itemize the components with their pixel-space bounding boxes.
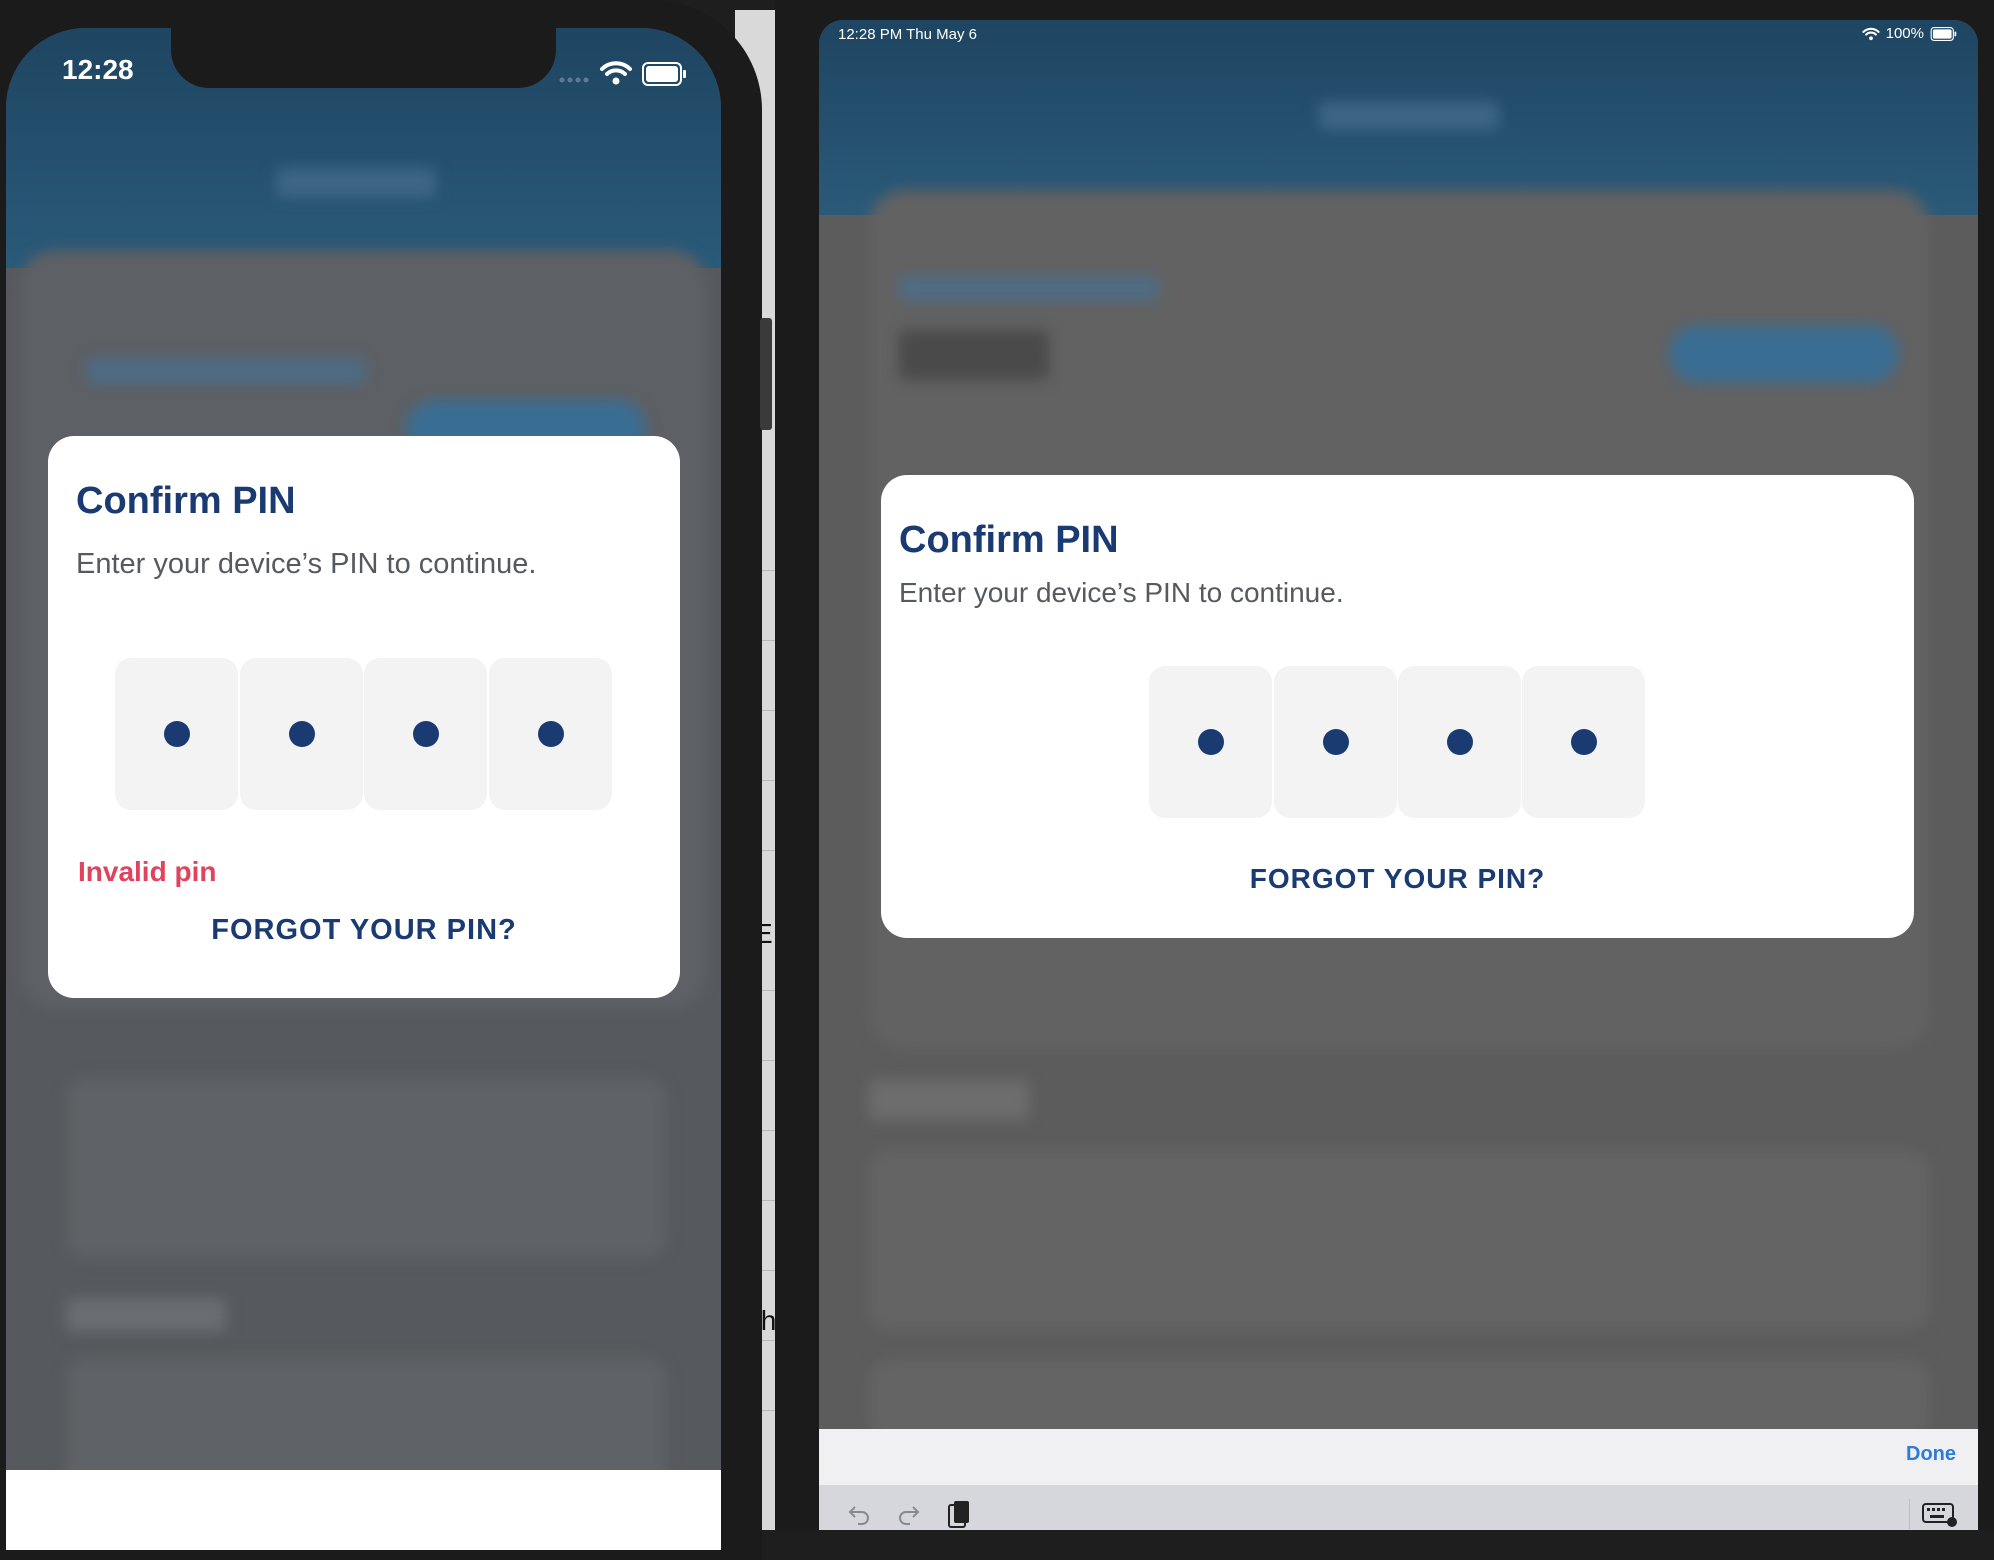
status-time: 12:28 [62,54,134,85]
blurred-button [1669,325,1899,383]
pin-digit-box[interactable] [489,658,612,810]
blurred-heading [66,1298,226,1332]
done-button[interactable]: Done [1906,1443,1956,1466]
pin-digit-box[interactable] [1522,666,1645,818]
app-header-blurred [819,20,1978,215]
blurred-heading [899,330,1049,380]
pin-dot [1446,729,1473,755]
keyboard-accessory-toolbar: Done [819,1429,1978,1485]
blurred-label [86,358,366,384]
iphone-notch [171,28,556,88]
iphone-side-button [760,318,772,430]
pin-digit-box[interactable] [1149,666,1272,818]
battery-percent: 100% [1885,25,1924,42]
modal-subtitle: Enter your device’s PIN to continue. [899,577,1344,608]
keyboard-area [6,1470,721,1550]
blurred-card [869,1360,1929,1440]
battery-icon [1930,26,1957,41]
pin-dot [537,721,564,747]
divider [1909,1499,1910,1529]
redo-icon[interactable] [897,1503,921,1525]
forgot-pin-link[interactable]: FORGOT YOUR PIN? [48,914,680,947]
pin-digit-box[interactable] [364,658,487,810]
error-message: Invalid pin [78,856,217,887]
status-right: 100% [1862,25,1958,42]
blurred-label [899,275,1159,301]
pin-digit-box[interactable] [240,658,363,810]
modal-title: Confirm PIN [76,480,296,522]
wifi-icon [1862,27,1880,40]
pin-dot [1197,729,1224,755]
keyboard-shortcut-bar [819,1485,1978,1530]
signal-icon [559,77,589,83]
blurred-card [66,1078,666,1258]
keyboard-icon[interactable] [1922,1503,1958,1527]
confirm-pin-modal: Confirm PIN Enter your device’s PIN to c… [881,475,1914,938]
status-time: 12:28 PM Thu May 6 [838,26,977,43]
modal-subtitle: Enter your device’s PIN to continue. [76,548,537,580]
pin-digit-box[interactable] [115,658,238,810]
pin-dot [163,721,190,747]
wifi-icon [600,61,632,85]
clipboard-icon[interactable] [947,1499,971,1529]
undo-icon[interactable] [847,1503,871,1525]
forgot-pin-link[interactable]: FORGOT YOUR PIN? [881,863,1914,895]
confirm-pin-modal: Confirm PIN Enter your device’s PIN to c… [48,436,680,998]
pin-dot [1570,729,1597,755]
pin-digit-box[interactable] [1274,666,1397,818]
pin-digit-box[interactable] [1398,666,1521,818]
pin-dot [412,721,439,747]
blurred-card [869,1150,1929,1330]
pin-dot [1322,729,1349,755]
battery-icon [642,62,686,86]
blurred-heading [869,1080,1029,1120]
pin-dot [288,721,315,747]
modal-title: Confirm PIN [899,519,1119,561]
